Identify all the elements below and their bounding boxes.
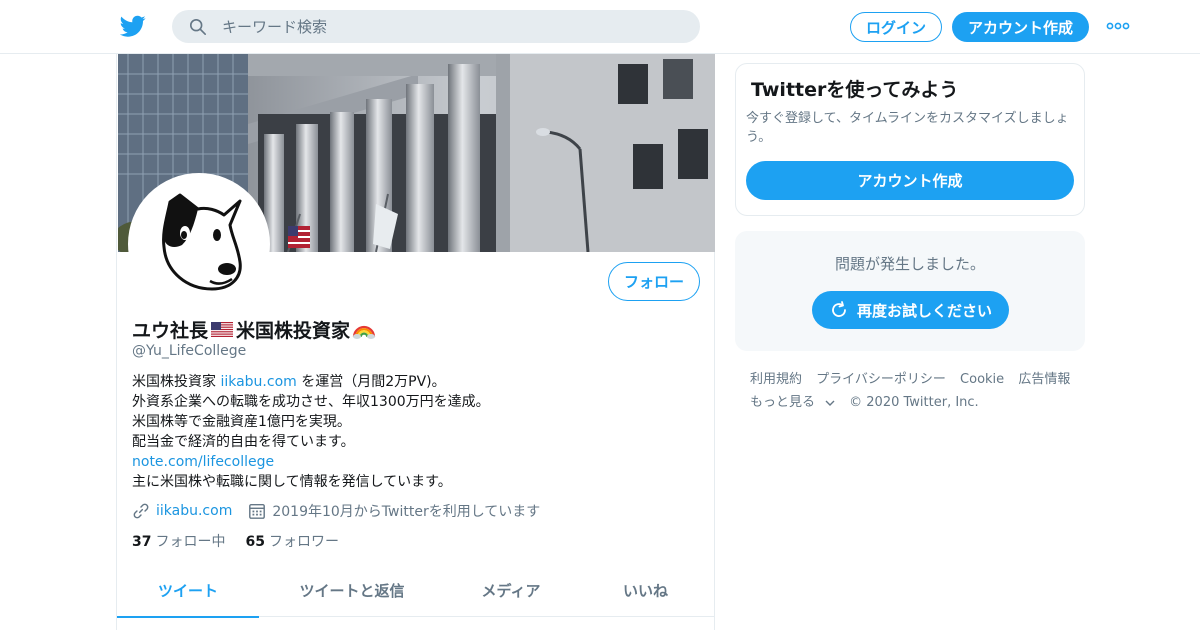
retry-label: 再度お試しください <box>856 301 992 320</box>
link-icon <box>133 503 149 519</box>
rainbow-icon <box>352 325 376 339</box>
profile-meta: iikabu.com 2019年10月からTwitterを利用しています <box>132 501 540 521</box>
bio-note-link[interactable]: note.com/lifecollege <box>132 452 702 472</box>
bio-line-1: 米国株投資家 iikabu.com を運営（月間2万PV)。 <box>132 372 702 392</box>
profile-column: フォロー ユウ社長 米国株投資家 @Yu_LifeCollege 米国株投資家 … <box>116 54 715 630</box>
footer-links: 利用規約 プライバシーポリシー Cookie 広告情報 もっと見る © 2020… <box>750 368 1085 414</box>
bio-text: を運営（月間2万PV)。 <box>296 374 446 390</box>
profile-tabs: ツイート ツイートと返信 メディア いいね <box>117 564 714 618</box>
error-message: 問題が発生しました。 <box>834 255 985 273</box>
tab-media[interactable]: メディア <box>445 564 577 617</box>
error-card: 問題が発生しました。 再度お試しください <box>735 231 1085 351</box>
dog-avatar-image <box>132 177 266 311</box>
followers-stat[interactable]: 65 フォロワー <box>245 531 338 551</box>
more-icon[interactable] <box>1106 19 1130 33</box>
top-navigation-bar: ログイン アカウント作成 <box>0 0 1200 54</box>
profile-bio: 米国株投資家 iikabu.com を運営（月間2万PV)。 外資系企業への転職… <box>132 372 702 492</box>
refresh-icon <box>832 301 846 317</box>
signup-promo-button[interactable]: アカウント作成 <box>746 161 1074 200</box>
followers-count: 65 <box>245 534 265 550</box>
follow-button[interactable]: フォロー <box>608 262 700 301</box>
profile-website-link[interactable]: iikabu.com <box>156 503 232 519</box>
search-box[interactable] <box>172 10 700 43</box>
following-label: フォロー中 <box>155 534 226 550</box>
signup-promo-card: Twitterを使ってみよう 今すぐ登録して、タイムラインをカスタマイズしましょ… <box>735 63 1085 216</box>
following-count: 37 <box>132 534 152 550</box>
signup-button[interactable]: アカウント作成 <box>952 12 1089 42</box>
search-icon <box>189 18 207 36</box>
chevron-down-icon <box>825 400 835 406</box>
bio-website-link[interactable]: iikabu.com <box>220 374 296 390</box>
footer-ads-link[interactable]: 広告情報 <box>1018 372 1070 387</box>
calendar-icon <box>249 503 266 519</box>
bio-line-6: 主に米国株や転職に関して情報を発信しています。 <box>132 474 452 490</box>
us-flag-icon <box>211 321 234 337</box>
profile-stats: 37 フォロー中 65 フォロワー <box>132 531 339 551</box>
retry-button[interactable]: 再度お試しください <box>812 291 1009 329</box>
profile-display-name: ユウ社長 米国株投資家 <box>132 316 376 342</box>
bio-line-4: 配当金で経済的自由を得ています。 <box>132 434 355 450</box>
footer-cookie-link[interactable]: Cookie <box>960 372 1004 387</box>
signup-promo-title: Twitterを使ってみよう <box>751 79 959 101</box>
signup-promo-text: 今すぐ登録して、タイムラインをカスタマイズしましょう。 <box>746 111 1069 145</box>
bio-line-3: 米国株等で金融資産1億円を実現。 <box>132 414 351 430</box>
footer-more-label: もっと見る <box>750 395 816 410</box>
profile-join-date: 2019年10月からTwitterを利用しています <box>272 504 541 520</box>
search-input[interactable] <box>222 10 682 43</box>
profile-handle: @Yu_LifeCollege <box>132 343 247 359</box>
tab-tweets[interactable]: ツイート <box>117 564 259 618</box>
bio-text: 米国株投資家 <box>132 374 221 390</box>
footer-more-link[interactable]: もっと見る <box>750 395 835 410</box>
following-stat[interactable]: 37 フォロー中 <box>132 531 225 551</box>
login-button[interactable]: ログイン <box>850 12 942 42</box>
footer-copyright: © 2020 Twitter, Inc. <box>849 395 979 410</box>
tab-tweets-and-replies[interactable]: ツイートと返信 <box>259 564 445 617</box>
display-name-part2: 米国株投資家 <box>236 319 351 342</box>
display-name-part1: ユウ社長 <box>132 319 209 342</box>
tab-likes[interactable]: いいね <box>577 564 714 617</box>
profile-avatar[interactable] <box>128 173 270 315</box>
footer-terms-link[interactable]: 利用規約 <box>750 372 802 387</box>
footer-privacy-link[interactable]: プライバシーポリシー <box>816 372 946 387</box>
followers-label: フォロワー <box>268 534 339 550</box>
twitter-bird-icon[interactable] <box>120 13 146 39</box>
bio-line-2: 外資系企業への転職を成功させ、年収1300万円を達成。 <box>132 394 490 410</box>
